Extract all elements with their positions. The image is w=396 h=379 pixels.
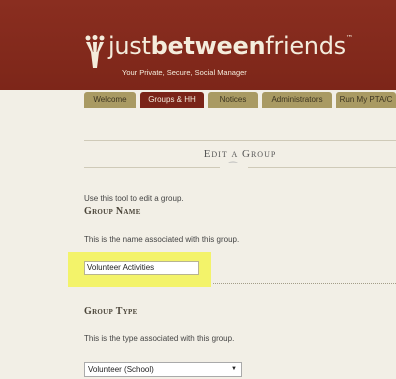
section-divider-right bbox=[248, 167, 396, 168]
site-logo[interactable]: justbetweenfriends™ bbox=[108, 32, 353, 60]
section-divider-top bbox=[84, 140, 396, 141]
page-title: Edit a Group bbox=[203, 148, 277, 160]
group-name-heading: Group Name bbox=[84, 206, 141, 217]
intro-text: Use this tool to edit a group. bbox=[84, 194, 184, 203]
group-type-description: This is the type associated with this gr… bbox=[84, 334, 235, 343]
dotted-divider bbox=[213, 283, 396, 284]
site-header: justbetweenfriends™ Your Private, Secure… bbox=[0, 0, 396, 90]
chevron-down-icon: ▼ bbox=[231, 366, 237, 372]
site-tagline: Your Private, Secure, Social Manager bbox=[122, 68, 247, 77]
tab-notices[interactable]: Notices bbox=[208, 92, 258, 108]
tab-groups-hh[interactable]: Groups & HH bbox=[140, 92, 204, 108]
group-type-select[interactable]: Volunteer (School) ▼ bbox=[84, 362, 242, 377]
group-name-input[interactable] bbox=[84, 261, 199, 275]
people-logo-icon bbox=[85, 35, 105, 68]
group-type-heading: Group Type bbox=[84, 306, 138, 317]
group-name-description: This is the name associated with this gr… bbox=[84, 235, 240, 244]
tab-welcome[interactable]: Welcome bbox=[84, 92, 136, 108]
tab-run-my-pta[interactable]: Run My PTA/C bbox=[336, 92, 396, 108]
tab-administrators[interactable]: Administrators bbox=[262, 92, 332, 108]
section-divider-left bbox=[84, 167, 220, 168]
group-type-selected-value: Volunteer (School) bbox=[88, 365, 154, 374]
flourish-ornament-icon: ⁀ bbox=[229, 163, 238, 174]
